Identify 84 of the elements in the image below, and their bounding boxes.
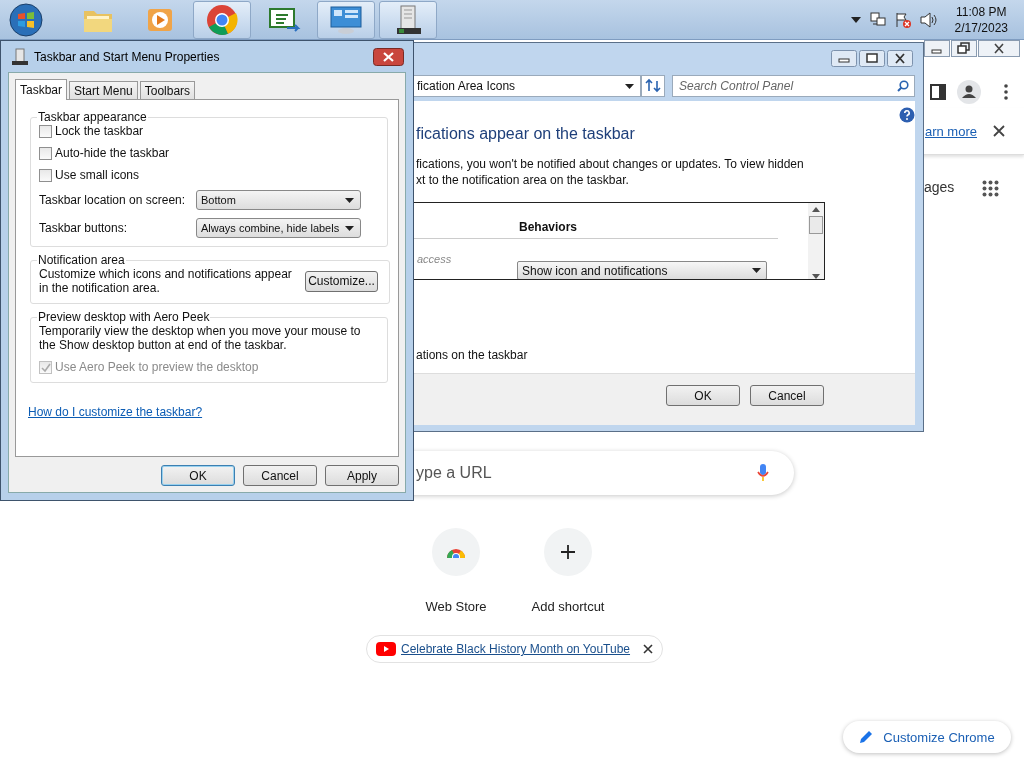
plus-icon xyxy=(560,544,576,560)
clock-time: 11:08 PM xyxy=(956,3,1007,20)
dialog-button[interactable]: Cancel xyxy=(750,385,824,406)
checkbox-label: Use Aero Peek to preview the desktop xyxy=(55,360,259,374)
shortcut-tile[interactable] xyxy=(432,528,480,576)
taskbar-app[interactable] xyxy=(379,0,437,39)
browser-icon xyxy=(206,3,238,36)
dialog-button[interactable]: OK xyxy=(161,465,235,486)
network-icon[interactable] xyxy=(869,11,886,28)
shortcut-label: Add shortcut xyxy=(531,599,605,614)
minimize-button[interactable] xyxy=(831,49,857,67)
page-heading: fications appear on the taskbar xyxy=(416,125,636,143)
close-button[interactable] xyxy=(978,40,1020,57)
checkbox-label[interactable]: ations on the taskbar xyxy=(416,348,915,362)
code-editor-icon xyxy=(267,5,301,34)
scroll-thumb[interactable] xyxy=(809,216,823,234)
dropdown[interactable]: Always combine, hide labels xyxy=(196,218,361,238)
web-store-icon xyxy=(446,546,466,558)
group-title: Taskbar appearance xyxy=(37,110,148,124)
search-icon xyxy=(897,80,909,92)
checkbox-label: Lock the taskbar xyxy=(55,124,144,138)
speaker-icon[interactable] xyxy=(919,11,938,28)
help-link[interactable]: How do I customize the taskbar? xyxy=(28,405,203,419)
close-button[interactable] xyxy=(887,49,913,67)
description-line: xt to the notification area on the taskbar. xyxy=(416,172,630,188)
flag-icon[interactable] xyxy=(894,11,911,28)
table-cell-text: access xyxy=(416,253,453,265)
dropdown-arrow-icon xyxy=(345,197,354,203)
field-label: Taskbar buttons: xyxy=(39,221,128,235)
control-panel-icon xyxy=(329,4,363,35)
search-field[interactable]: Search Control Panel xyxy=(672,75,915,97)
clock[interactable]: 11:08 PM 2/17/2023 xyxy=(954,3,1008,36)
checkbox-label: Use small icons xyxy=(55,168,140,182)
group-title: Notification area xyxy=(37,253,126,267)
close-icon[interactable] xyxy=(643,644,654,654)
field-label: Taskbar location on screen: xyxy=(39,193,186,207)
scroll-down-icon[interactable] xyxy=(812,274,820,279)
close-button[interactable] xyxy=(373,47,404,66)
dialog-button[interactable]: Apply xyxy=(325,465,399,486)
start-button[interactable] xyxy=(9,2,43,37)
dropdown-arrow-icon xyxy=(345,225,354,231)
maximize-button[interactable] xyxy=(859,49,885,67)
dropdown-arrow-icon xyxy=(625,83,634,89)
clock-date: 2/17/2023 xyxy=(954,19,1008,36)
side-panel-icon[interactable] xyxy=(930,84,946,100)
video-play-icon xyxy=(376,642,396,656)
scrollbar[interactable] xyxy=(808,203,824,279)
refresh-button[interactable] xyxy=(641,75,665,97)
dialog-button[interactable]: OK xyxy=(666,385,740,406)
show-hidden-icons-icon[interactable] xyxy=(850,16,861,23)
checkbox[interactable] xyxy=(39,146,52,160)
customize-chrome-button[interactable]: Customize Chrome xyxy=(843,721,1011,753)
column-header: Behaviors xyxy=(519,220,578,234)
tab[interactable]: Taskbar xyxy=(15,79,68,100)
group-title: Preview desktop with Aero Peek xyxy=(37,310,211,324)
checkbox[interactable] xyxy=(39,168,52,182)
menu-icon[interactable] xyxy=(1004,84,1008,100)
description: Temporarily view the desktop when you move your mouse to the Show desktop button at end of the taskbar. xyxy=(39,324,362,352)
shortcut-tile[interactable] xyxy=(544,528,592,576)
microphone-icon[interactable] xyxy=(757,464,769,482)
help-icon[interactable] xyxy=(899,107,915,123)
avatar-icon[interactable] xyxy=(957,80,981,104)
checkbox[interactable] xyxy=(39,124,52,138)
tab[interactable]: Start Menu xyxy=(69,81,138,99)
checkbox-label: Auto-hide the taskbar xyxy=(55,146,170,160)
dropdown[interactable]: Bottom xyxy=(196,190,361,210)
promo-link[interactable]: Celebrate Black History Month on YouTube xyxy=(401,642,631,656)
tab[interactable]: Toolbars xyxy=(139,81,196,99)
window-title: Taskbar and Start Menu Properties xyxy=(34,49,220,64)
restore-button[interactable] xyxy=(951,40,977,57)
taskbar-properties-icon xyxy=(11,47,29,66)
apps-grid-icon[interactable] xyxy=(982,180,999,197)
shortcut-label: Web Store xyxy=(425,599,487,614)
pencil-icon xyxy=(859,730,874,744)
description-line: fications, you won't be notified about changes or updates. To view hidden xyxy=(416,156,805,172)
learn-more-link[interactable]: arn more xyxy=(924,123,977,139)
dialog-button[interactable]: Cancel xyxy=(243,465,317,486)
close-icon[interactable] xyxy=(993,125,1005,137)
customize-button[interactable]: Customize... xyxy=(305,270,378,292)
description: Customize which icons and notifications appear in the notification area. xyxy=(39,267,293,295)
scroll-up-icon[interactable] xyxy=(812,207,820,212)
dropdown-arrow-icon xyxy=(752,268,761,273)
images-link[interactable]: ages xyxy=(924,179,955,195)
behavior-dropdown[interactable]: Show icon and notifications xyxy=(517,261,767,279)
